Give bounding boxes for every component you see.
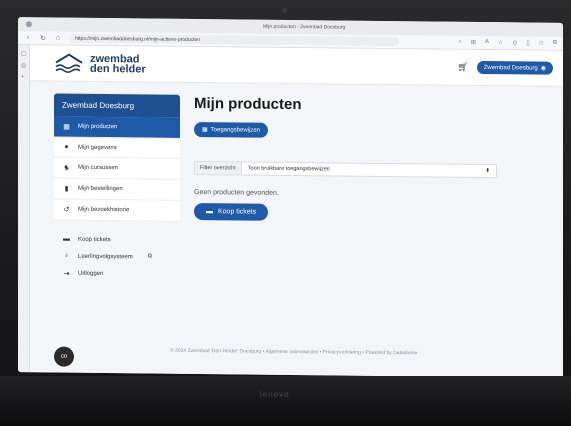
history-icon: ↺ bbox=[63, 206, 70, 214]
star-icon[interactable]: ☆ bbox=[498, 39, 503, 46]
tabs-icon[interactable]: ▢ bbox=[21, 50, 29, 57]
web-page: zwembad den helder 🛒︎ Zwembad Doesburg ◉… bbox=[30, 45, 563, 378]
browser-sidebar: ▢ ◎ + bbox=[18, 45, 30, 373]
sidebar-link-label: Koop tickets bbox=[78, 236, 111, 243]
laptop-frame: Mijn producten - Zwembad Doesburg ‹ ↻ ⌂ … bbox=[0, 0, 571, 426]
cookie-settings-button[interactable]: co bbox=[54, 346, 74, 367]
sidebar-item-label: Mijn gegevens bbox=[78, 144, 117, 151]
account-button[interactable]: Zwembad Doesburg ◉ bbox=[476, 60, 553, 75]
home-icon[interactable]: ⌂ bbox=[54, 35, 62, 42]
page-title: Mijn producten bbox=[194, 94, 302, 114]
browser-toolbar: ⌕ ⊞ A ☆ ⊙ ▯ ✩ ⧉ bbox=[459, 39, 557, 47]
screen: Mijn producten - Zwembad Doesburg ‹ ↻ ⌂ … bbox=[18, 17, 563, 378]
sidebar-item-mijn-gegevens[interactable]: ● Mijn gegevens bbox=[54, 137, 180, 159]
chevron-updown-icon: ⬍ bbox=[485, 168, 490, 175]
sidebar-item-label: Mijn cursussen bbox=[78, 164, 119, 172]
site-header: zwembad den helder 🛒︎ Zwembad Doesburg ◉ bbox=[30, 45, 563, 87]
logout-icon: ⇥ bbox=[63, 270, 70, 278]
course-icon: ♞ bbox=[63, 164, 70, 172]
logo-line2: den helder bbox=[90, 62, 146, 75]
sidebar-title: Zwembad Doesburg bbox=[54, 93, 180, 118]
add-icon[interactable]: + bbox=[21, 74, 29, 80]
sidebar-item-mijn-cursussen[interactable]: ♞ Mijn cursussen bbox=[54, 157, 180, 180]
logo-icon bbox=[55, 53, 83, 73]
sidebar-link-label: Uitloggen bbox=[78, 270, 104, 278]
tab-toegangsbewijzen[interactable]: ▦ Toegangsbewijzen bbox=[194, 121, 269, 138]
copilot-icon[interactable]: ◎ bbox=[21, 62, 29, 69]
filter-label: Filter overzicht bbox=[195, 161, 242, 175]
split-icon[interactable]: ▯ bbox=[526, 39, 529, 46]
url-field[interactable]: https://mijn.zwembaddoesburg.nl/mijn-act… bbox=[69, 33, 399, 47]
page-body: Zwembad Doesburg ▦ Mijn producten ● Mijn… bbox=[30, 81, 563, 378]
filter-value: Toon bruikbare toegangsbewijzen bbox=[247, 165, 330, 173]
filter-select[interactable]: Toon bruikbare toegangsbewijzen ⬍ bbox=[242, 165, 496, 175]
grid-icon[interactable]: ⊞ bbox=[471, 39, 476, 46]
read-aloud-icon[interactable]: A bbox=[485, 39, 489, 46]
account-sidebar: Zwembad Doesburg ▦ Mijn producten ● Mijn… bbox=[54, 82, 180, 374]
account-label: Zwembad Doesburg bbox=[483, 64, 538, 72]
favorites-icon[interactable]: ✩ bbox=[539, 40, 544, 47]
sidebar-link-leerlingvolgsysteem[interactable]: ♀ Leerlingvolgsysteem ⧉ bbox=[54, 248, 180, 266]
sidebar-link-koop-tickets[interactable]: ▬ Koop tickets bbox=[54, 231, 180, 249]
laptop-brand: lenovo bbox=[260, 390, 290, 399]
sidebar-item-mijn-bestellingen[interactable]: ▮ Mijn bestellingen bbox=[54, 178, 180, 201]
buy-button-label: Koop tickets bbox=[218, 208, 257, 216]
sidebar-item-mijn-bezoekhistorie[interactable]: ↺ Mijn bezoekhistorie bbox=[54, 199, 180, 222]
main-content: Mijn producten ▦ Toegangsbewijzen Filter… bbox=[180, 83, 563, 378]
filter-row: Filter overzicht Toon bruikbare toegangs… bbox=[194, 160, 497, 179]
window-title: Mijn producten - Zwembad Doesburg bbox=[263, 23, 346, 31]
collections-icon[interactable]: ⧉ bbox=[553, 40, 557, 47]
user-circle-icon: ◉ bbox=[540, 65, 546, 72]
logo[interactable]: zwembad den helder bbox=[54, 52, 146, 75]
sidebar-item-label: Mijn producten bbox=[78, 123, 118, 131]
sidebar-item-label: Mijn bezoekhistorie bbox=[78, 206, 130, 214]
sidebar-item-label: Mijn bestellingen bbox=[78, 185, 123, 193]
search-icon[interactable]: ⌕ bbox=[459, 39, 462, 46]
empty-message: Geen producten gevonden. bbox=[194, 188, 279, 197]
external-link-icon: ⧉ bbox=[147, 253, 152, 260]
cart-icon[interactable]: 🛒︎ bbox=[457, 62, 468, 73]
extensions-icon[interactable]: ⊙ bbox=[512, 39, 517, 46]
grid-icon: ▦ bbox=[63, 123, 70, 131]
sidebar-item-mijn-producten[interactable]: ▦ Mijn producten bbox=[54, 116, 180, 139]
user-icon: ● bbox=[64, 143, 69, 151]
tab-label: Toegangsbewijzen bbox=[210, 126, 261, 134]
back-icon[interactable]: ‹ bbox=[24, 34, 32, 41]
ticket-icon: ▬ bbox=[63, 235, 70, 243]
sidebar-link-uitloggen[interactable]: ⇥ Uitloggen bbox=[54, 265, 180, 284]
sidebar-link-label: Leerlingvolgsysteem bbox=[78, 253, 133, 260]
refresh-icon[interactable]: ↻ bbox=[39, 34, 47, 42]
pin-icon: ♀ bbox=[63, 252, 70, 260]
window-menu-icon[interactable] bbox=[26, 21, 32, 28]
logo-text: zwembad den helder bbox=[90, 52, 146, 75]
laptop-bezel bbox=[0, 376, 571, 426]
cookie-icon: co bbox=[60, 353, 68, 360]
webcam bbox=[282, 8, 287, 13]
koop-tickets-button[interactable]: ▬ Koop tickets bbox=[194, 202, 269, 221]
ticket-icon: ▬ bbox=[206, 208, 213, 216]
grid-icon: ▦ bbox=[202, 127, 208, 134]
file-icon: ▮ bbox=[64, 185, 69, 193]
